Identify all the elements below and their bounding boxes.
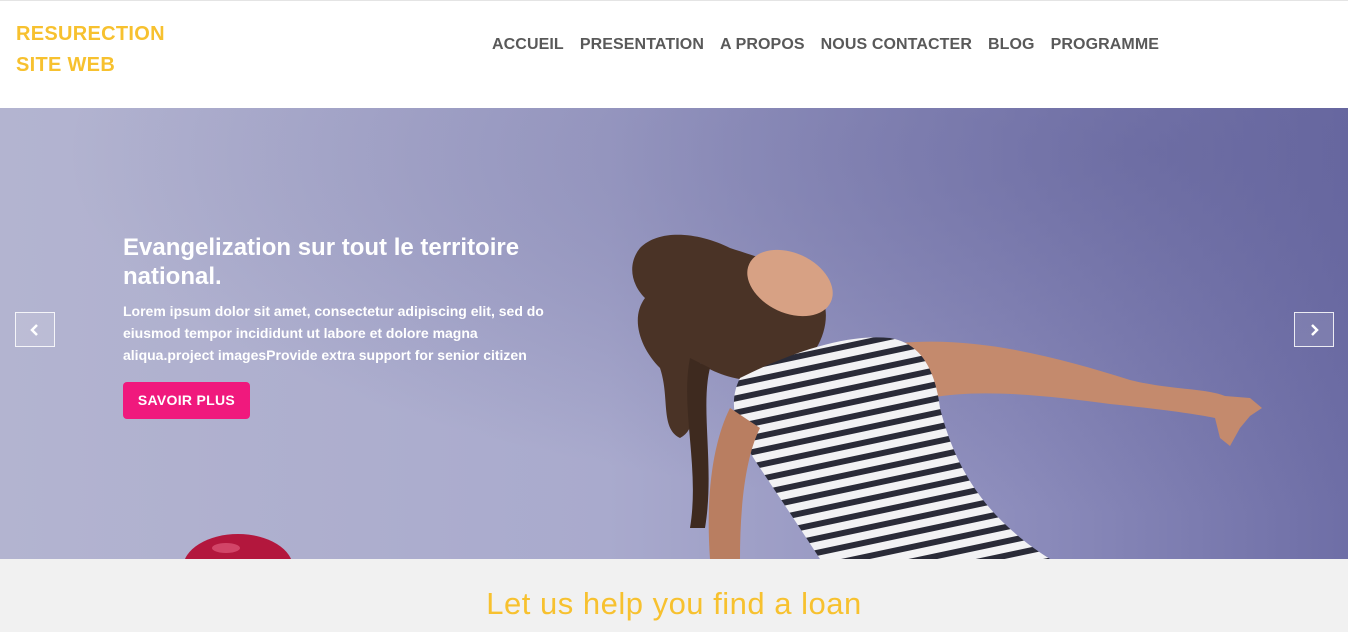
nav-item-presentation[interactable]: PRESENTATION xyxy=(580,34,704,56)
slider-prev-button[interactable] xyxy=(15,312,55,347)
hero-description: Lorem ipsum dolor sit amet, consectetur … xyxy=(123,303,544,363)
main-nav: ACCUEIL PRESENTATION A PROPOS NOUS CONTA… xyxy=(492,34,1159,56)
site-header: RESURECTION SITE WEB ACCUEIL PRESENTATIO… xyxy=(0,0,1348,108)
chevron-right-icon xyxy=(1311,323,1319,336)
chevron-left-icon xyxy=(30,323,38,336)
hero-title: Evangelization sur tout le territoire na… xyxy=(123,234,520,290)
nav-item-programme[interactable]: PROGRAMME xyxy=(1051,34,1159,56)
nav-item-a-propos[interactable]: A PROPOS xyxy=(720,34,805,56)
hero-caption: Evangelization sur tout le territoire na… xyxy=(123,233,573,419)
slider-next-button[interactable] xyxy=(1294,312,1334,347)
logo-line-1: RESURECTION xyxy=(16,23,165,45)
site-logo[interactable]: RESURECTION SITE WEB xyxy=(16,19,165,81)
nav-item-blog[interactable]: BLOG xyxy=(988,34,1035,56)
nav-item-accueil[interactable]: ACCUEIL xyxy=(492,34,564,56)
loan-section: Let us help you find a loan xyxy=(0,559,1348,632)
savoir-plus-button[interactable]: SAVOIR PLUS xyxy=(123,382,250,419)
section-title: Let us help you find a loan xyxy=(486,586,862,621)
hero-slider: Evangelization sur tout le territoire na… xyxy=(0,108,1348,559)
logo-line-2: SITE WEB xyxy=(16,54,116,76)
nav-item-nous-contacter[interactable]: NOUS CONTACTER xyxy=(821,34,972,56)
